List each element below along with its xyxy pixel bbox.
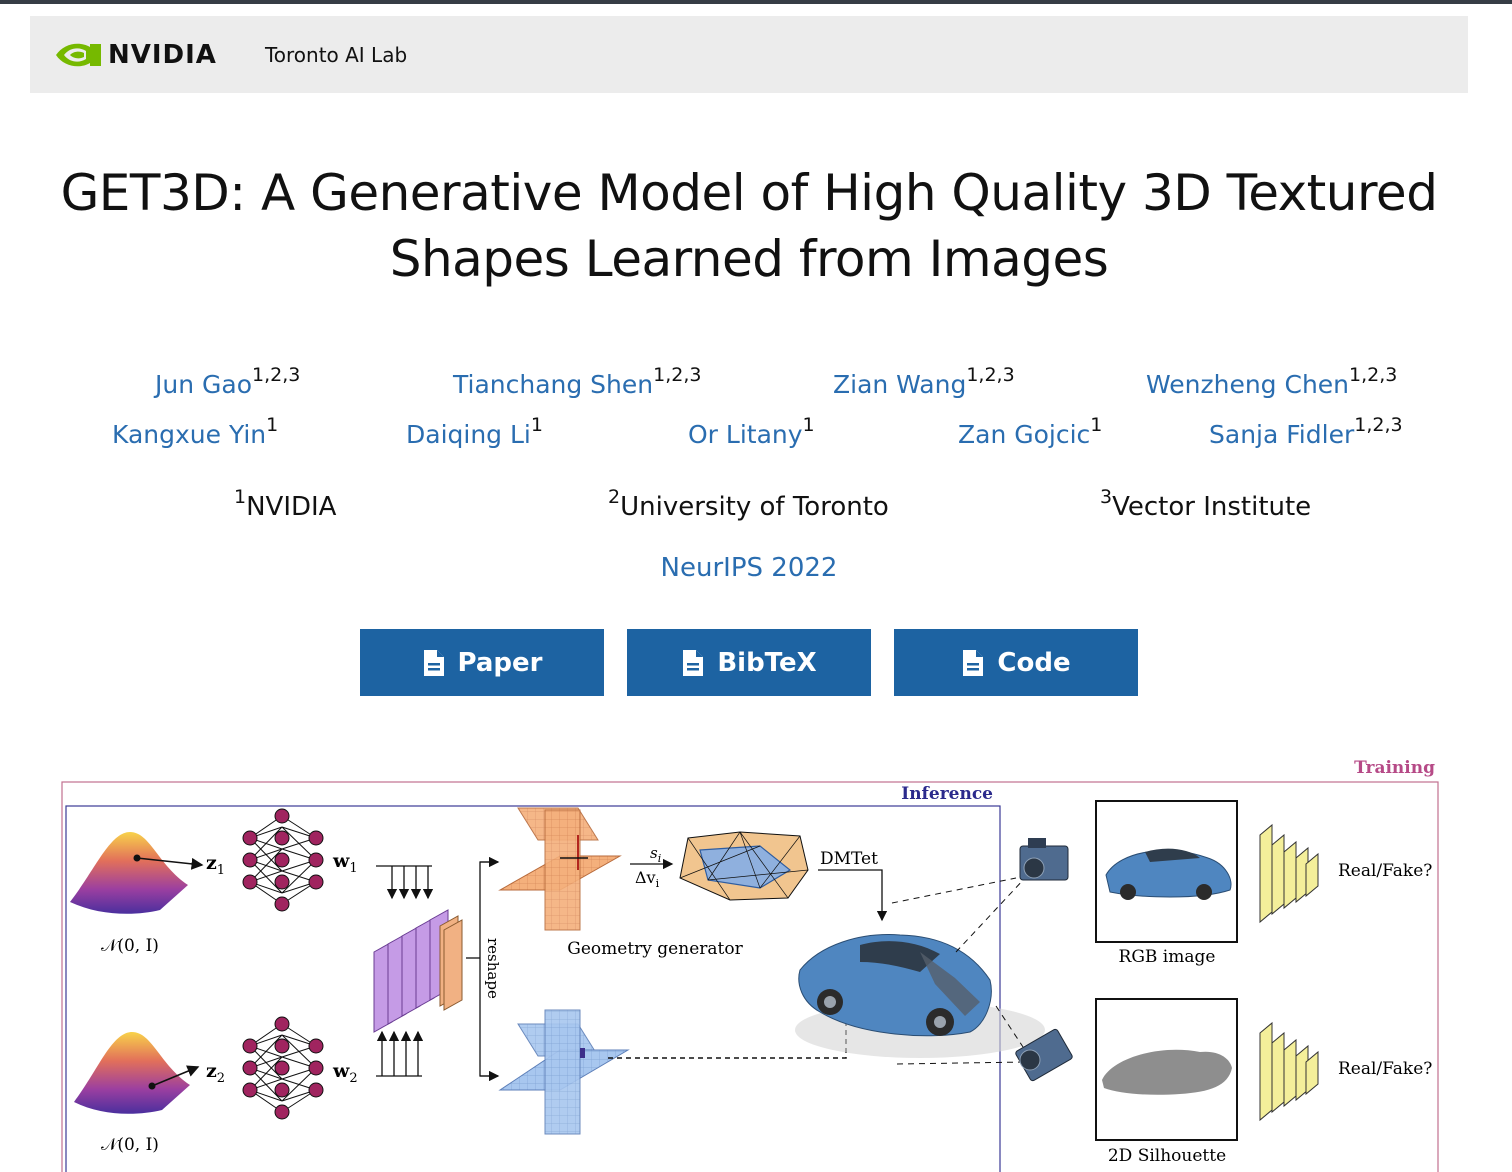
author-name: Kangxue Yin [112,420,267,449]
geometry-generator-label: Geometry generator [567,939,743,959]
affiliation-name: Vector Institute [1112,492,1312,522]
author-name: Daiqing Li [406,420,531,449]
gaussian-surface-1 [70,832,204,914]
w2-label: w2 [332,1060,358,1086]
triplane-stack [373,909,463,1033]
w1-label: w1 [332,850,358,876]
nvidia-logo[interactable]: NVIDIA [54,39,217,71]
inference-label: Inference [901,784,993,804]
page-title: GET3D: A Generative Model of High Qualit… [0,160,1498,292]
gaussian-surface-2 [74,1032,200,1114]
file-icon [422,648,446,678]
venue-link[interactable]: NeurIPS 2022 [0,553,1498,583]
brand-name: NVIDIA [108,39,217,70]
reshape-label: reshape [484,938,502,999]
author-wenzheng-chen[interactable]: Wenzheng Chen1,2,3 [1146,364,1397,399]
style-arrows-up [376,1030,424,1077]
affiliation-name: NVIDIA [246,492,337,522]
author-zian-wang[interactable]: Zian Wang1,2,3 [833,364,1015,399]
author-zan-gojcic[interactable]: Zan Gojcic1 [958,414,1102,449]
affiliation-vector-institute: 3Vector Institute [1100,486,1311,522]
author-name: Sanja Fidler [1209,420,1355,449]
normal-label-2: 𝒩(0, I) [101,1135,159,1155]
code-button[interactable]: Code [894,629,1138,696]
navbar: NVIDIA Toronto AI Lab [30,16,1468,93]
author-name: Zian Wang [833,370,967,399]
pipeline-figure: Training Inference 𝒩(0, I) z1 𝒩(0, I) z2… [61,758,1439,1172]
affiliation-name: University of Toronto [620,492,889,522]
nvidia-eye-icon [56,43,101,66]
author-affiliation-sup: 1,2,3 [966,364,1015,386]
paper-button[interactable]: Paper [360,629,604,696]
tet-mesh [679,831,809,901]
author-affiliation-sup: 1 [1090,414,1103,436]
author-affiliation-sup: 1 [802,414,815,436]
code-button-label: Code [997,647,1071,678]
real-fake-label-2: Real/Fake? [1338,1059,1432,1079]
author-affiliation-sup: 1,2,3 [252,364,301,386]
title-line-1: GET3D: A Generative Model of High Qualit… [60,164,1438,222]
z1-label: z1 [206,852,225,878]
dv-label: Δvi [635,868,660,890]
discriminator-2 [1259,1021,1319,1122]
author-affiliation-sup: 1 [530,414,543,436]
geometry-triplane [498,807,622,931]
z2-label: z2 [206,1060,225,1086]
author-affiliation-sup: 1,2,3 [653,364,702,386]
rgb-image-label: RGB image [1119,947,1216,967]
silhouette-label: 2D Silhouette [1108,1146,1226,1166]
car-3d-model [795,934,1045,1058]
affiliation-sup: 2 [608,486,621,508]
author-name: Or Litany [688,420,803,449]
affiliation-nvidia: 1NVIDIA [234,486,336,522]
author-name: Tianchang Shen [453,370,654,399]
discriminator-1 [1259,823,1319,924]
author-kangxue-yin[interactable]: Kangxue Yin1 [112,414,278,449]
paper-button-label: Paper [457,647,543,678]
mapping-network-1 [242,808,324,912]
dmtet-label: DMTet [820,849,878,869]
affiliation-university-of-toronto: 2University of Toronto [608,486,889,522]
author-tianchang-shen[interactable]: Tianchang Shen1,2,3 [453,364,701,399]
bibtex-button[interactable]: BibTeX [627,629,871,696]
author-name: Zan Gojcic [958,420,1091,449]
author-name: Jun Gao [155,370,252,399]
file-icon [961,648,985,678]
normal-label-1: 𝒩(0, I) [101,936,159,956]
author-jun-gao[interactable]: Jun Gao1,2,3 [155,364,300,399]
author-name: Wenzheng Chen [1146,370,1350,399]
author-sanja-fidler[interactable]: Sanja Fidler1,2,3 [1209,414,1403,449]
top-border [0,0,1512,4]
toronto-ai-lab-link[interactable]: Toronto AI Lab [265,43,407,67]
affiliation-sup: 1 [234,486,247,508]
mapping-network-2 [242,1016,324,1120]
style-arrows-down [376,865,434,900]
title-line-2: Shapes Learned from Images [389,230,1109,288]
author-affiliation-sup: 1,2,3 [1354,414,1403,436]
camera-icon-1 [1019,838,1069,881]
training-label: Training [1354,758,1435,778]
author-or-litany[interactable]: Or Litany1 [688,414,815,449]
author-affiliation-sup: 1,2,3 [1349,364,1398,386]
real-fake-label-1: Real/Fake? [1338,861,1432,881]
author-affiliation-sup: 1 [266,414,279,436]
si-label: si [650,844,661,865]
texture-triplane [498,1009,630,1135]
dmtet-arrow [818,869,888,922]
author-daiqing-li[interactable]: Daiqing Li1 [406,414,543,449]
affiliation-sup: 3 [1100,486,1113,508]
file-icon [681,648,705,678]
bibtex-button-label: BibTeX [717,647,817,678]
